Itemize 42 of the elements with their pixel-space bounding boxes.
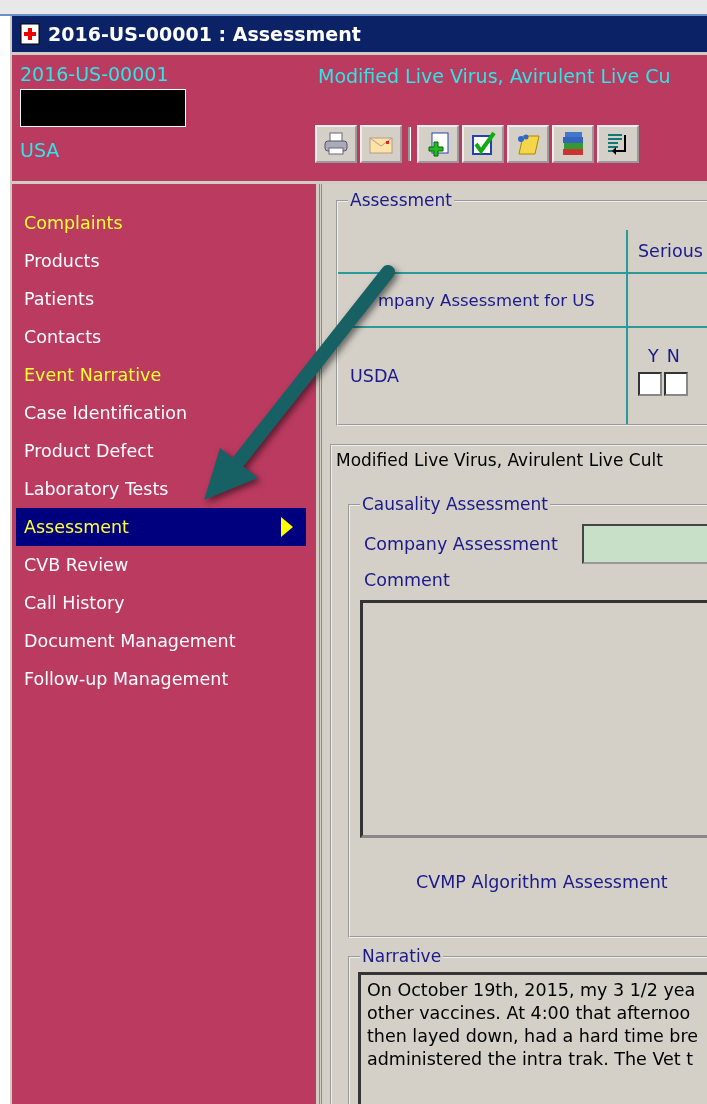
no-checkbox[interactable] — [664, 372, 688, 396]
sidebar-item[interactable]: Products — [16, 242, 306, 280]
no-label: N — [666, 346, 680, 366]
yes-checkbox[interactable] — [638, 372, 662, 396]
checkbox-icon — [469, 130, 497, 158]
comment-field[interactable] — [360, 600, 707, 838]
field-label: Comment — [364, 570, 451, 590]
sidebar-item[interactable]: CVB Review — [16, 546, 306, 584]
note-button[interactable] — [507, 125, 549, 163]
narrative-field[interactable]: On October 19th, 2015, my 3 1/2 yea other vaccines. At 4:00 that afternoo then layed down, had a hard time bre administered the intra trak. The Vet t — [358, 972, 707, 1104]
sidebar-item[interactable]: Assessment — [16, 508, 306, 546]
books-button[interactable] — [552, 125, 594, 163]
product-name: Modified Live Virus, Avirulent Live Cult — [336, 450, 664, 470]
check-button[interactable] — [462, 125, 504, 163]
window-title: 2016-US-00001 : Assessment — [48, 23, 361, 45]
case-id: 2016-US-00001 — [20, 63, 170, 85]
sidebar-item[interactable]: Patients — [16, 280, 306, 318]
printer-icon — [322, 130, 350, 158]
sidebar-item[interactable]: Event Narrative — [16, 356, 306, 394]
triangle-icon — [280, 516, 294, 538]
row-label: USDA — [350, 366, 400, 386]
country-label: USA — [20, 139, 61, 161]
sidebar-item[interactable]: Case Identification — [16, 394, 306, 432]
row-label: mpany Assessment for US — [377, 290, 595, 310]
return-button[interactable] — [597, 125, 639, 163]
printer-button[interactable] — [315, 125, 357, 163]
sidebar-item[interactable]: Product Defect — [16, 432, 306, 470]
product-title: Modified Live Virus, Avirulent Live Cu — [318, 65, 672, 87]
sidebar-item[interactable]: Follow-up Management — [16, 660, 306, 698]
field-label: Company Assessment — [364, 534, 558, 554]
sidebar-item[interactable]: Laboratory Tests — [16, 470, 306, 508]
company-assessment-field[interactable] — [581, 524, 707, 564]
document-cross-icon — [20, 23, 40, 45]
column-header: Serious — [638, 241, 703, 261]
group-title: Causality Assessment — [360, 494, 550, 514]
sidebar-item[interactable]: Complaints — [16, 204, 306, 242]
sidebar-item[interactable]: Document Management — [16, 622, 306, 660]
yes-label: Y — [648, 346, 659, 366]
add-button[interactable] — [417, 125, 459, 163]
sidebar-item[interactable]: Call History — [16, 584, 306, 622]
sidebar-item[interactable]: Contacts — [16, 318, 306, 356]
algorithm-link[interactable]: CVMP Algorithm Assessment — [416, 872, 707, 892]
